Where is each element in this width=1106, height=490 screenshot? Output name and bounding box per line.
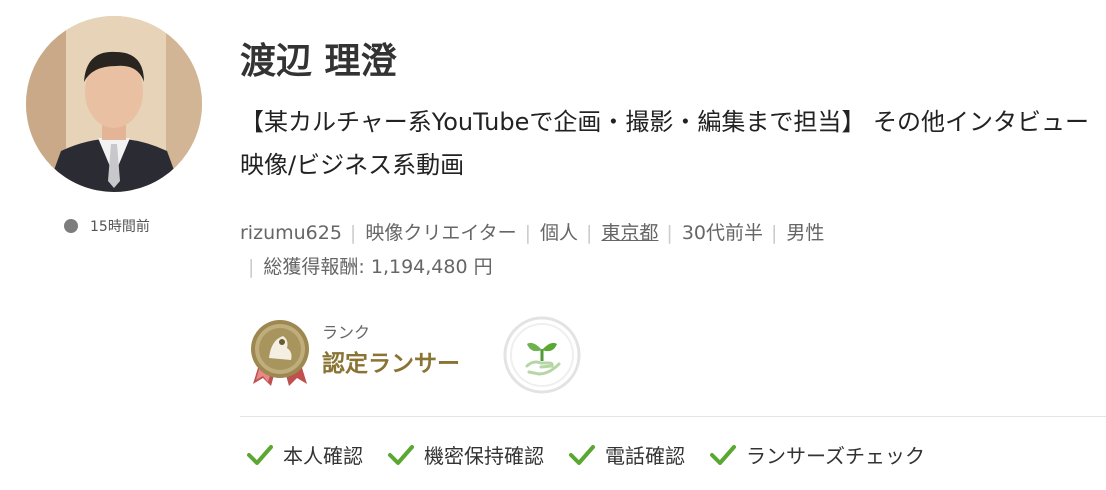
username: rizumu625 [240, 222, 342, 244]
divider: | [771, 222, 778, 244]
online-status: 15時間前 [64, 216, 150, 236]
age-range: 30代前半 [681, 222, 764, 244]
total-earnings-label: 総獲得報酬: [263, 256, 365, 278]
certified-badge-icon[interactable] [249, 318, 311, 388]
verification-lancers-check: ランサーズチェック [709, 440, 925, 469]
rank-label: ランク [322, 323, 371, 342]
profile-name: 渡辺 理澄 [240, 41, 397, 82]
avatar[interactable] [26, 16, 202, 192]
section-divider [240, 416, 1106, 417]
verification-nda: 機密保持確認 [387, 440, 544, 469]
profile-meta: rizumu625 | 映像クリエイター | 個人 | 東京都 | 30代前半 | 男性 | 総獲得報… [240, 216, 960, 284]
verification-list: 本人確認 機密保持確認 電話確認 ランサーズチェック [246, 440, 949, 469]
verification-label: 機密保持確認 [424, 444, 544, 468]
divider: | [248, 256, 255, 278]
rank-value: 認定ランサー [322, 351, 460, 377]
check-icon [710, 444, 736, 465]
last-active-text: 15時間前 [90, 219, 150, 235]
check-icon [569, 444, 595, 465]
check-icon [247, 444, 273, 465]
entity-type: 個人 [539, 222, 578, 244]
gender: 男性 [786, 222, 825, 244]
divider: | [666, 222, 673, 244]
verification-phone: 電話確認 [568, 440, 685, 469]
location-link[interactable]: 東京都 [601, 222, 658, 244]
verification-label: 本人確認 [283, 444, 363, 468]
verification-identity: 本人確認 [246, 440, 363, 469]
seedling-hand-icon[interactable] [503, 316, 581, 394]
divider: | [586, 222, 593, 244]
profile-headline: 【某カルチャー系YouTubeで企画・撮影・編集まで担当】 その他インタビュー映… [240, 108, 1089, 179]
total-earnings-value: 1,194,480 円 [370, 256, 493, 278]
divider: | [524, 222, 531, 244]
status-dot-icon [64, 219, 78, 233]
check-icon [388, 444, 414, 465]
verification-label: 電話確認 [605, 444, 685, 468]
verification-label: ランサーズチェック [746, 444, 925, 468]
occupation: 映像クリエイター [365, 222, 517, 244]
divider: | [349, 222, 357, 244]
